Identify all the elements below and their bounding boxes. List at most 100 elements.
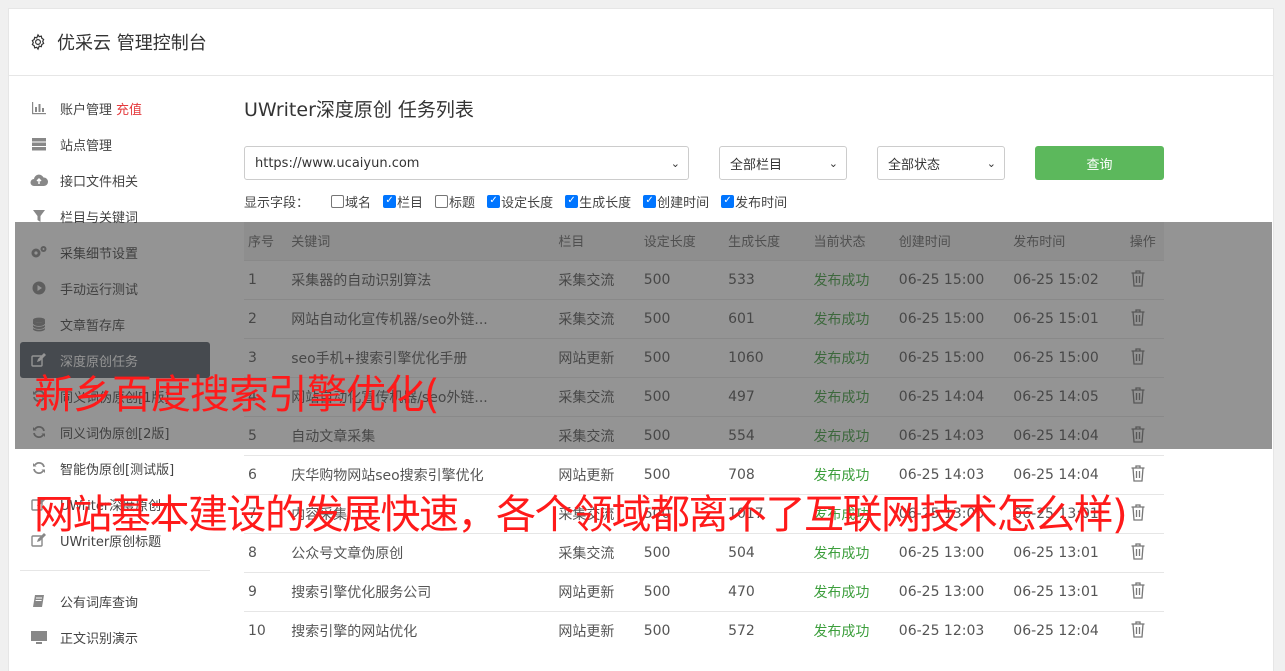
checkbox-checked-icon[interactable] xyxy=(721,194,735,208)
action-cell xyxy=(1129,493,1164,533)
server-icon xyxy=(30,136,48,152)
overlay-headline-1: 新乡百度搜索引擎优化( xyxy=(34,372,440,418)
trash-icon[interactable] xyxy=(1130,542,1146,560)
table-cell: 搜索引擎的网站优化 xyxy=(291,610,559,650)
table-cell: 500 xyxy=(643,415,729,455)
table-cell: 06-25 12:04 xyxy=(1013,610,1130,650)
sidebar-item-10[interactable]: 智能伪原创[测试版] xyxy=(20,450,210,486)
sidebar-item-5[interactable]: 手动运行测试 xyxy=(20,270,210,306)
field-checkbox[interactable]: 设定长度 xyxy=(487,192,553,211)
action-cell xyxy=(1129,610,1164,650)
trash-icon[interactable] xyxy=(1130,347,1146,365)
sidebar-item-label: 同义词伪原创[2版] xyxy=(60,426,170,442)
action-cell xyxy=(1129,454,1164,494)
sidebar-item-label: 栏目与关键词 xyxy=(60,210,139,226)
status-cell: 发布成功 xyxy=(813,610,899,650)
field-checkbox[interactable]: 创建时间 xyxy=(643,192,709,211)
table-cell: 自动文章采集 xyxy=(291,415,559,455)
trash-icon[interactable] xyxy=(1130,620,1146,638)
status-cell: 发布成功 xyxy=(813,259,899,299)
display-fields-label: 显示字段： xyxy=(244,195,310,211)
field-checkbox[interactable]: 标题 xyxy=(435,192,475,211)
sidebar-item-4[interactable]: 采集细节设置 xyxy=(20,234,210,270)
field-checkbox-label: 发布时间 xyxy=(735,195,788,211)
query-button[interactable]: 查询 xyxy=(1035,146,1164,180)
sidebar-item-label: 公有词库查询 xyxy=(60,595,139,611)
display-fields: 显示字段： 域名 栏目 标题 设定长度 生成长度 创建时间 发布时间 xyxy=(244,192,1164,211)
field-checkbox-label: 创建时间 xyxy=(657,195,710,211)
sidebar-item-0[interactable]: 账户管理 充值 xyxy=(20,90,210,126)
trash-icon[interactable] xyxy=(1130,269,1146,287)
field-checkbox[interactable]: 发布时间 xyxy=(721,192,787,211)
table-cell: 497 xyxy=(728,376,814,416)
sidebar-item-2[interactable]: 接口文件相关 xyxy=(20,162,210,198)
sidebar-item-6[interactable]: 文章暂存库 xyxy=(20,306,210,342)
sidebar-item-label: 正文识别演示 xyxy=(60,631,139,647)
bar-chart-icon xyxy=(30,100,48,116)
sidebar-item-3[interactable]: 栏目与关键词 xyxy=(20,198,210,234)
cloud-upload-icon xyxy=(30,172,48,188)
top-header: 优采云 管理控制台 xyxy=(9,9,1273,76)
field-checkbox[interactable]: 域名 xyxy=(331,192,371,211)
site-select[interactable]: https://www.ucaiyun.com ⌄ xyxy=(244,146,689,180)
table-cell: 06-25 14:03 xyxy=(898,415,1014,455)
chevron-down-icon: ⌄ xyxy=(670,156,680,170)
sidebar-item-label: 文章暂存库 xyxy=(60,318,126,334)
play-icon xyxy=(30,280,48,296)
table-cell: 06-25 12:03 xyxy=(898,610,1014,650)
trash-icon[interactable] xyxy=(1130,308,1146,326)
sidebar-item-label: 账户管理 xyxy=(60,102,113,118)
trash-icon[interactable] xyxy=(1130,503,1146,521)
table-row: 2 网站自动化宣传机器/seo外链... 采集交流 500 601 发布成功 06-25 1… xyxy=(244,298,1164,338)
sidebar-item-13[interactable]: 公有词库查询 xyxy=(20,583,210,619)
checkbox-checked-icon[interactable] xyxy=(487,194,501,208)
sidebar-item-14[interactable]: 正文识别演示 xyxy=(20,619,210,655)
checkbox-checked-icon[interactable] xyxy=(383,194,397,208)
field-checkbox-label: 标题 xyxy=(449,195,476,211)
field-checkbox[interactable]: 栏目 xyxy=(383,192,423,211)
trash-icon[interactable] xyxy=(1130,464,1146,482)
action-cell xyxy=(1129,532,1164,572)
table-cell: 06-25 15:01 xyxy=(1013,298,1130,338)
site-select-value: https://www.ucaiyun.com xyxy=(255,155,420,171)
status-cell: 发布成功 xyxy=(813,571,899,611)
table-cell: 500 xyxy=(643,571,729,611)
trash-icon[interactable] xyxy=(1130,425,1146,443)
table-cell: 06-25 15:00 xyxy=(898,259,1014,299)
table-cell: 采集交流 xyxy=(558,259,644,299)
column-select[interactable]: 全部栏目 ⌄ xyxy=(719,146,847,180)
trash-icon[interactable] xyxy=(1130,386,1146,404)
recharge-link[interactable]: 充值 xyxy=(116,99,142,118)
sidebar-item-1[interactable]: 站点管理 xyxy=(20,126,210,162)
table-cell: 500 xyxy=(643,610,729,650)
checkbox-unchecked-icon[interactable] xyxy=(435,194,449,208)
action-cell xyxy=(1129,259,1164,299)
refresh-icon xyxy=(30,460,48,476)
checkbox-checked-icon[interactable] xyxy=(565,194,579,208)
table-cell: 572 xyxy=(728,610,814,650)
console-title: 优采云 管理控制台 xyxy=(57,33,207,54)
sidebar-item-label: 手动运行测试 xyxy=(60,282,139,298)
status-select[interactable]: 全部状态 ⌄ xyxy=(877,146,1005,180)
table-cell: 06-25 13:01 xyxy=(1013,571,1130,611)
field-checkbox-label: 域名 xyxy=(345,195,372,211)
table-cell: 采集交流 xyxy=(558,298,644,338)
checkbox-unchecked-icon[interactable] xyxy=(331,194,345,208)
table-header-row: 序号 关键词 栏目 设定长度 生成长度 当前状态 创建时间 发布时间 操作 xyxy=(244,222,1164,260)
table-cell: 470 xyxy=(728,571,814,611)
column-header: 操作 xyxy=(1129,235,1156,251)
book-icon xyxy=(30,593,48,609)
trash-icon[interactable] xyxy=(1130,581,1146,599)
column-header: 创建时间 xyxy=(898,235,951,251)
sidebar-item-label: 站点管理 xyxy=(60,138,113,154)
field-checkbox-label: 生成长度 xyxy=(579,195,632,211)
checkbox-checked-icon[interactable] xyxy=(643,194,657,208)
refresh-icon xyxy=(30,424,48,440)
table-cell: 06-25 14:05 xyxy=(1013,376,1130,416)
table-row: 1 采集器的自动识别算法 采集交流 500 533 发布成功 06-25 15:00 06-2… xyxy=(244,259,1164,299)
field-checkbox[interactable]: 生成长度 xyxy=(565,192,631,211)
filter-bar: https://www.ucaiyun.com ⌄ 全部栏目 ⌄ 全部状态 ⌄ … xyxy=(244,146,1164,180)
sidebar-item-label: 智能伪原创[测试版] xyxy=(60,462,175,478)
status-cell: 发布成功 xyxy=(813,298,899,338)
table-cell: 06-25 15:00 xyxy=(898,337,1014,377)
